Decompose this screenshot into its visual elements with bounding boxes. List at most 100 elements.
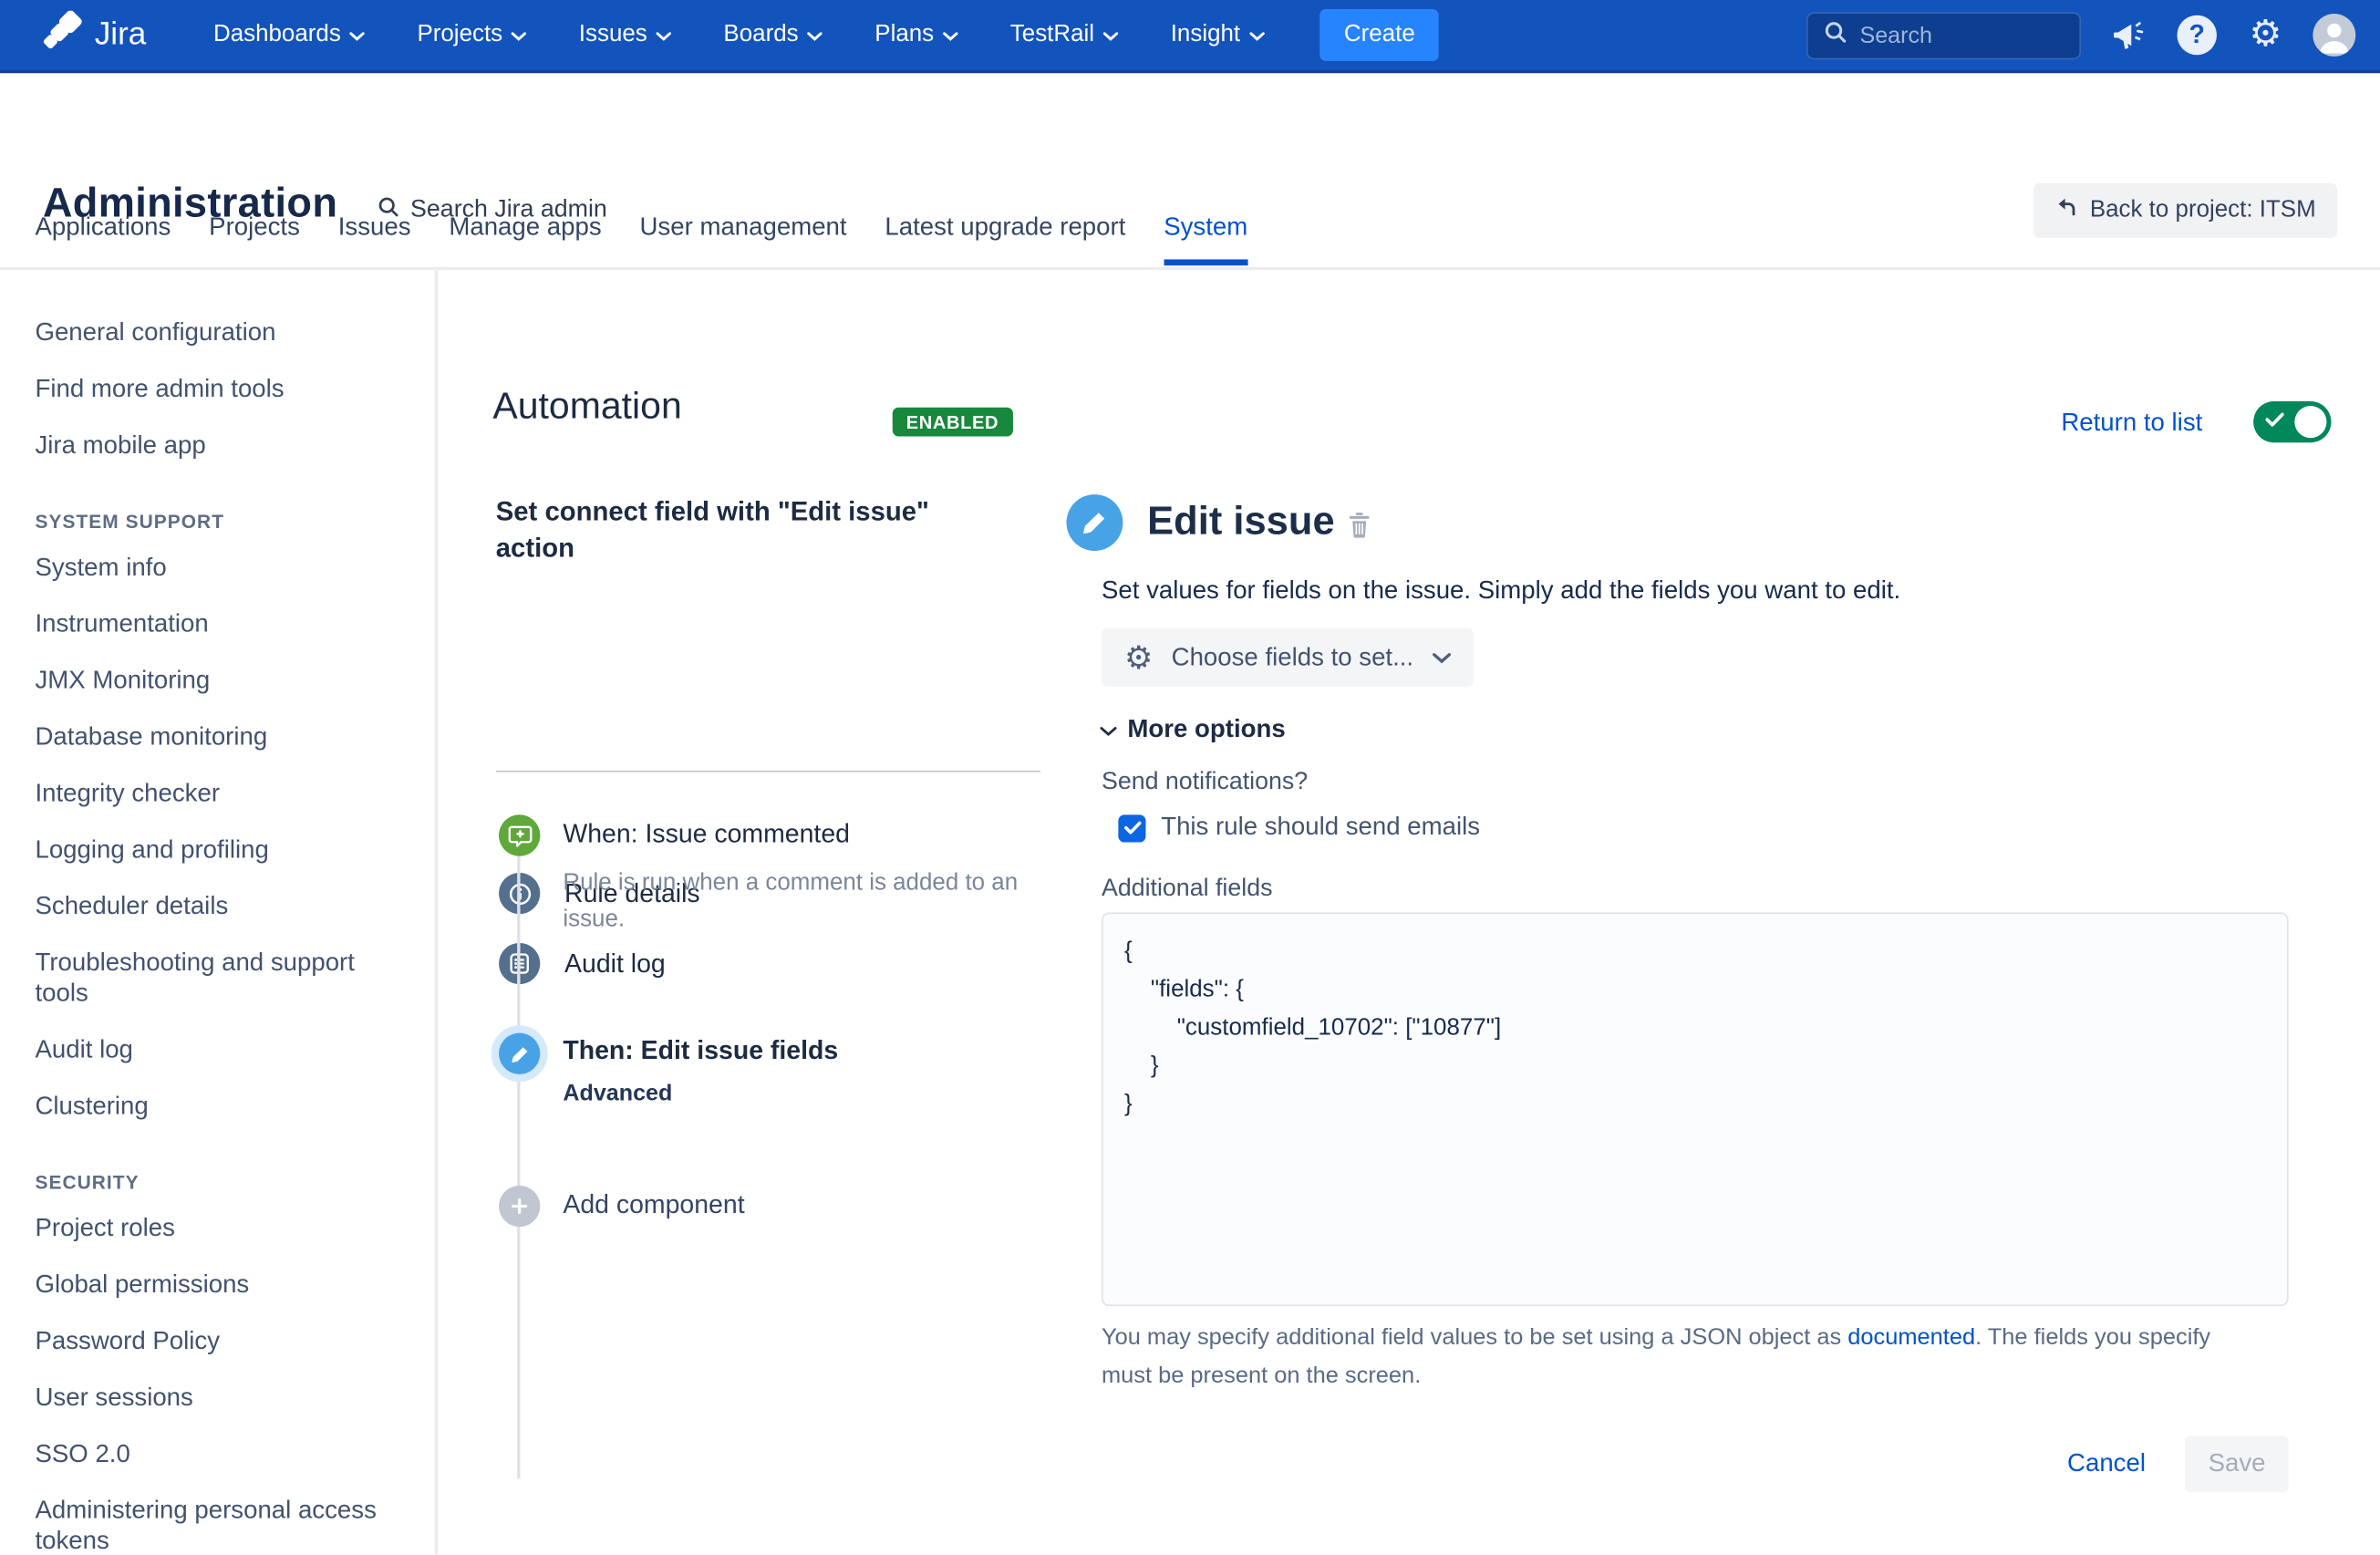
nav-item-boards[interactable]: Boards [723,21,823,48]
settings-gear-icon[interactable]: ⚙ [2244,14,2287,57]
rule-divider [496,771,1040,772]
sidebar-item-database-monitoring[interactable]: Database monitoring [35,721,413,752]
cancel-button[interactable]: Cancel [2067,1449,2146,1478]
sidebar-item-system-info[interactable]: System info [35,553,413,583]
sidebar-item-project-roles[interactable]: Project roles [35,1213,413,1243]
main-menu: Dashboards Projects Issues Boards Plans … [213,21,1265,48]
check-icon [2266,412,2284,428]
tab-latest-upgrade-report[interactable]: Latest upgrade report [885,213,1125,264]
send-emails-checkbox-label[interactable]: This rule should send emails [1161,814,1480,843]
footer-actions: Cancel Save [1102,1436,2289,1492]
admin-header: Administration Search Jira admin Back to… [0,73,2380,213]
additional-fields-label: Additional fields [1102,876,1273,903]
sidebar-item-troubleshooting-and-support-tools[interactable]: Troubleshooting and support tools [35,948,413,1009]
return-arrow-icon [2054,196,2077,225]
sidebar-item-logging-and-profiling[interactable]: Logging and profiling [35,835,413,865]
jira-logo[interactable]: Jira [43,11,147,60]
user-avatar[interactable] [2313,14,2355,57]
tab-manage-apps[interactable]: Manage apps [449,213,601,264]
send-notifications-label: Send notifications? [1102,769,1308,796]
nav-search[interactable] [1806,12,2081,59]
sidebar-heading-security: SECURITY [35,1172,413,1193]
chevron-down-icon [350,32,366,41]
editor-description: Set values for fields on the issue. Simp… [1102,576,1900,606]
component-connector-line [517,819,520,1478]
announcements-icon[interactable] [2107,14,2150,57]
jira-admin-page: Jira Dashboards Projects Issues Boards P… [0,0,2380,1555]
add-component-icon[interactable] [499,1186,540,1227]
chevron-down-icon [1103,32,1119,41]
check-icon [1123,821,1140,835]
chevron-down-icon [1432,652,1450,663]
chevron-down-icon [808,32,823,41]
action-title[interactable]: Then: Edit issue fields [563,1036,838,1066]
comment-added-icon[interactable] [499,814,540,855]
additional-fields-help-text: You may specify additional field values … [1102,1319,2249,1395]
rule-enabled-toggle[interactable] [2253,401,2331,442]
chevron-down-icon [512,32,527,41]
additional-fields-textarea[interactable]: { "fields": { "customfield_10702": ["108… [1102,913,2289,1307]
chevron-down-icon [657,32,672,41]
trigger-title[interactable]: When: Issue commented [563,819,850,849]
gear-icon: ⚙ [1124,642,1154,674]
toggle-knob [2294,406,2326,438]
trigger-description: Rule is run when a comment is added to a… [563,866,1028,938]
delete-trash-icon[interactable] [1347,511,1371,545]
back-to-project-button[interactable]: Back to project: ITSM [2033,183,2337,238]
help-icon[interactable]: ? [2176,14,2219,57]
audit-log-nav-item[interactable]: Audit log [499,943,666,984]
sidebar-item-find-more-admin-tools[interactable]: Find more admin tools [35,374,413,404]
sidebar-item-user-sessions[interactable]: User sessions [35,1383,413,1413]
admin-tab-bar: Applications Projects Issues Manage apps… [35,213,1247,264]
sidebar-item-instrumentation[interactable]: Instrumentation [35,609,413,639]
sidebar-item-audit-log[interactable]: Audit log [35,1034,413,1064]
tab-issues[interactable]: Issues [338,213,411,264]
sidebar-item-clustering[interactable]: Clustering [35,1091,413,1121]
system-sidebar: General configuration Find more admin to… [0,270,438,1555]
sidebar-item-sso-2-0[interactable]: SSO 2.0 [35,1439,413,1469]
send-emails-checkbox[interactable] [1118,814,1145,842]
sidebar-item-scheduler-details[interactable]: Scheduler details [35,891,413,921]
send-emails-option: This rule should send emails [1118,814,1480,843]
edit-issue-avatar-pencil-icon [1066,494,1123,551]
create-button[interactable]: Create [1319,9,1439,61]
sidebar-item-jira-mobile-app[interactable]: Jira mobile app [35,430,413,461]
jira-logo-icon [43,11,83,60]
return-to-list-link[interactable]: Return to list [2061,409,2202,438]
rule-title: Set connect field with "Edit issue" acti… [496,492,999,565]
editor-title: Edit issue [1147,497,1335,544]
search-icon [1823,19,1847,51]
tab-user-management[interactable]: User management [639,213,846,264]
sidebar-item-password-policy[interactable]: Password Policy [35,1326,413,1356]
nav-item-testrail[interactable]: TestRail [1010,21,1119,48]
choose-fields-button[interactable]: ⚙ Choose fields to set... [1102,628,1473,687]
chevron-down-icon [943,32,958,41]
tab-applications[interactable]: Applications [35,213,171,264]
sidebar-item-global-permissions[interactable]: Global permissions [35,1270,413,1300]
nav-item-plans[interactable]: Plans [874,21,958,48]
nav-item-insight[interactable]: Insight [1171,21,1265,48]
more-options-toggle[interactable]: More options [1100,716,1285,745]
jira-logo-text: Jira [95,16,147,53]
tab-projects[interactable]: Projects [209,213,300,264]
nav-item-dashboards[interactable]: Dashboards [213,21,366,48]
nav-item-projects[interactable]: Projects [417,21,526,48]
status-badge: ENABLED [893,408,1012,437]
sidebar-heading-system-support: SYSTEM SUPPORT [35,511,413,532]
top-navigation: Jira Dashboards Projects Issues Boards P… [0,0,2380,73]
chevron-expanded-icon [1100,726,1116,737]
automation-main: Automation ENABLED Return to list Set co… [441,270,2380,1555]
search-input[interactable] [1859,22,2058,47]
save-button[interactable]: Save [2185,1436,2288,1492]
sidebar-item-general-configuration[interactable]: General configuration [35,317,413,347]
sidebar-item-integrity-checker[interactable]: Integrity checker [35,778,413,808]
sidebar-item-administering-personal-access-tokens[interactable]: Administering personal access tokens [35,1496,413,1555]
sidebar-item-jmx-monitoring[interactable]: JMX Monitoring [35,665,413,695]
tab-system[interactable]: System [1164,213,1247,264]
action-subtitle: Advanced [563,1081,672,1106]
nav-item-issues[interactable]: Issues [579,21,672,48]
edit-pencil-icon[interactable] [499,1033,540,1074]
chevron-down-icon [1249,32,1265,41]
documented-link[interactable]: documented [1847,1324,1975,1350]
add-component-label[interactable]: Add component [563,1190,744,1220]
